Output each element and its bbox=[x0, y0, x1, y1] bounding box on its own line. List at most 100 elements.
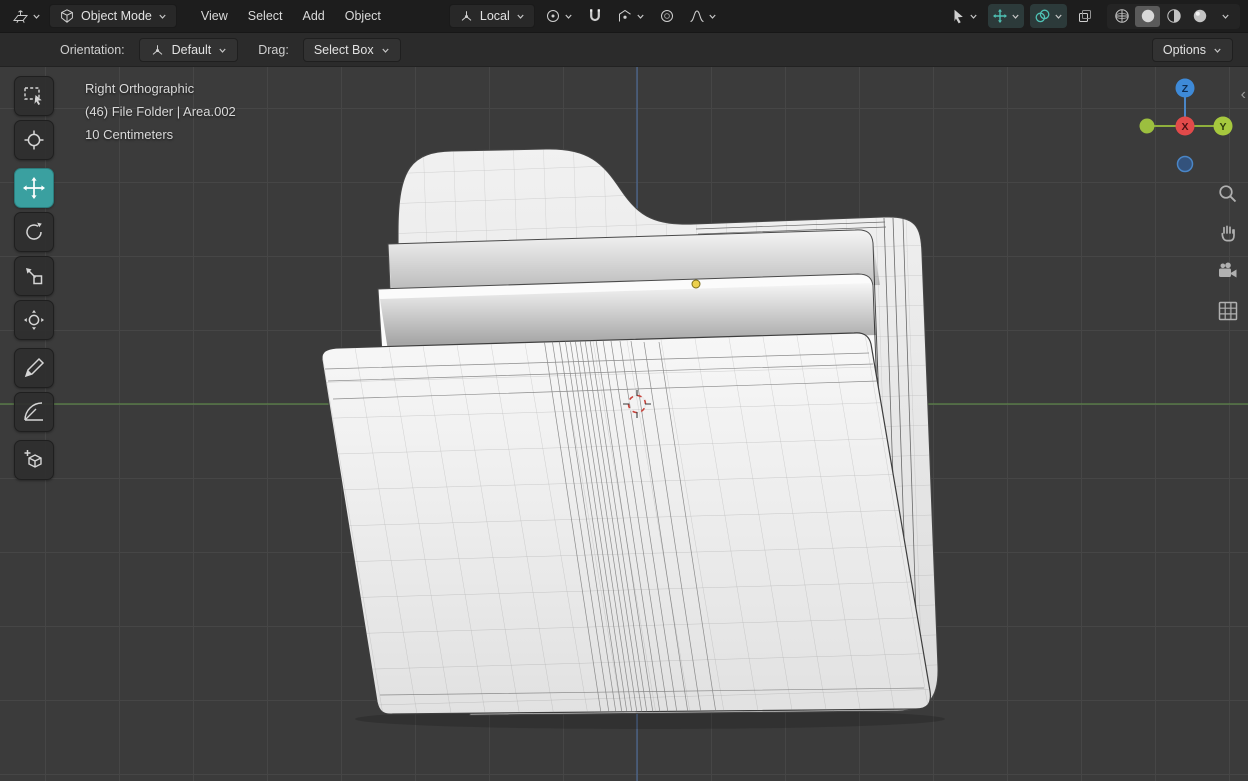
zoom-icon bbox=[1219, 185, 1237, 203]
menu-select[interactable]: Select bbox=[238, 5, 293, 27]
grid-view-icon bbox=[1218, 301, 1238, 321]
show-overlays-toggle[interactable] bbox=[1030, 4, 1067, 28]
viewport-info-overlay: Right Orthographic (46) File Folder | Ar… bbox=[85, 77, 236, 146]
object-origin-dot[interactable] bbox=[691, 279, 701, 289]
gizmo-axis-z[interactable]: Z bbox=[1175, 78, 1195, 98]
toolbar bbox=[14, 76, 54, 484]
drag-dropdown[interactable]: Select Box bbox=[302, 38, 401, 62]
xray-toggle[interactable] bbox=[1073, 4, 1097, 28]
orientation-dropdown-label: Local bbox=[479, 9, 510, 23]
shading-options-dropdown[interactable] bbox=[1213, 6, 1238, 27]
zoom-button[interactable] bbox=[1215, 181, 1241, 207]
folder-front-panel[interactable] bbox=[321, 332, 932, 715]
header-menubar: View Select Add Object bbox=[191, 5, 391, 27]
grid-scale-text: 10 Centimeters bbox=[85, 127, 174, 142]
3d-viewport[interactable]: Right Orthographic (46) File Folder | Ar… bbox=[0, 67, 1248, 781]
shading-solid-icon bbox=[1141, 9, 1154, 23]
editor-type-selector[interactable] bbox=[8, 4, 45, 28]
transform-tool-icon bbox=[24, 310, 44, 330]
cursor-tool-icon bbox=[24, 130, 44, 150]
viewport-header: Object Mode View Select Add Object Local bbox=[0, 0, 1248, 32]
box-select-tool-icon bbox=[24, 87, 42, 105]
rotate-tool[interactable] bbox=[14, 212, 54, 252]
pan-button[interactable] bbox=[1215, 220, 1241, 246]
pivot-point-dropdown[interactable] bbox=[541, 4, 577, 28]
mode-dropdown-label: Object Mode bbox=[81, 9, 152, 23]
proportional-editing-toggle[interactable] bbox=[655, 4, 679, 28]
orientation-dropdown[interactable]: Default bbox=[138, 38, 239, 62]
object-type-visibility-dropdown[interactable] bbox=[946, 4, 982, 28]
gizmo-axis-y[interactable]: Y bbox=[1213, 116, 1233, 136]
chevron-left-icon: ‹ bbox=[1240, 86, 1246, 103]
camera-view-button[interactable] bbox=[1215, 259, 1241, 285]
overlays-toggle-icon bbox=[1035, 9, 1050, 23]
object-mode-icon bbox=[61, 9, 73, 23]
snap-toggle[interactable] bbox=[583, 4, 607, 28]
chevron-down-icon bbox=[1214, 48, 1221, 53]
options-dropdown[interactable]: Options bbox=[1151, 38, 1233, 62]
header-right-group bbox=[946, 3, 1240, 29]
gizmo-toggle-icon bbox=[993, 9, 1007, 23]
proportional-falloff-dropdown[interactable] bbox=[685, 4, 721, 28]
shading-material-button[interactable] bbox=[1161, 6, 1186, 27]
viewport-nav-controls bbox=[1215, 181, 1241, 324]
tool-settings-bar: Orientation: Default Drag: Select Box Op… bbox=[0, 32, 1248, 67]
move-tool[interactable] bbox=[14, 168, 54, 208]
camera-view-icon bbox=[1219, 262, 1237, 278]
xray-toggle-icon bbox=[1079, 10, 1091, 22]
svg-text:Y: Y bbox=[1219, 121, 1226, 133]
transform-orientation-dropdown[interactable]: Local bbox=[448, 4, 535, 28]
orientation-label: Orientation: bbox=[60, 43, 125, 57]
sidebar-toggle[interactable]: ‹ bbox=[1239, 85, 1248, 105]
scale-tool-icon bbox=[26, 268, 43, 285]
transform-orientation-icon bbox=[461, 10, 472, 21]
navigation-gizmo[interactable]: Z Y X bbox=[1135, 76, 1235, 176]
add-cube-tool[interactable] bbox=[14, 440, 54, 480]
shading-material-icon bbox=[1166, 9, 1181, 23]
chevron-down-icon bbox=[1055, 14, 1062, 19]
gizmo-axis-z-negative[interactable] bbox=[1176, 155, 1194, 173]
snap-settings-dropdown[interactable] bbox=[613, 4, 649, 28]
chevron-down-icon bbox=[517, 14, 524, 19]
transform-tool[interactable] bbox=[14, 300, 54, 340]
toggle-ortho-button[interactable] bbox=[1215, 298, 1241, 324]
pivot-point-icon bbox=[546, 10, 559, 22]
chevron-down-icon bbox=[381, 48, 389, 53]
add-cube-tool-icon bbox=[24, 450, 42, 468]
gizmo-axis-x[interactable]: X bbox=[1175, 116, 1195, 136]
transform-orientation-icon bbox=[152, 44, 162, 55]
options-label: Options bbox=[1162, 43, 1206, 57]
snap-target-icon bbox=[618, 9, 631, 22]
active-object-text: (46) File Folder | Area.002 bbox=[85, 104, 236, 119]
cursor-tool[interactable] bbox=[14, 120, 54, 160]
shading-solid-button[interactable] bbox=[1135, 5, 1160, 27]
drag-value: Select Box bbox=[313, 43, 374, 57]
blender-window: Object Mode View Select Add Object Local bbox=[0, 0, 1248, 781]
editor-type-icon bbox=[12, 9, 29, 23]
measure-tool[interactable] bbox=[14, 392, 54, 432]
show-gizmo-toggle[interactable] bbox=[988, 4, 1024, 28]
gizmo-axis-y-negative[interactable] bbox=[1139, 118, 1155, 134]
shading-wireframe-button[interactable] bbox=[1109, 6, 1134, 27]
chevron-down-icon bbox=[1012, 14, 1019, 19]
rotate-tool-icon bbox=[26, 222, 42, 240]
move-tool-icon bbox=[23, 177, 45, 199]
proportional-editing-icon bbox=[660, 10, 673, 22]
orientation-value: Default bbox=[171, 43, 212, 57]
menu-add[interactable]: Add bbox=[293, 5, 335, 27]
drag-label: Drag: bbox=[258, 43, 289, 57]
shading-mode-group bbox=[1107, 3, 1240, 29]
annotate-tool[interactable] bbox=[14, 348, 54, 388]
object-select-cursor-icon bbox=[954, 9, 963, 24]
view-name-text: Right Orthographic bbox=[85, 81, 195, 96]
mode-dropdown[interactable]: Object Mode bbox=[49, 4, 177, 28]
scene-canvas bbox=[0, 67, 1248, 781]
svg-text:Z: Z bbox=[1182, 83, 1189, 95]
box-select-tool[interactable] bbox=[14, 76, 54, 116]
menu-object[interactable]: Object bbox=[335, 5, 391, 27]
shading-rendered-icon bbox=[1193, 9, 1206, 23]
chevron-down-icon bbox=[33, 14, 40, 19]
menu-view[interactable]: View bbox=[191, 5, 238, 27]
scale-tool[interactable] bbox=[14, 256, 54, 296]
shading-rendered-button[interactable] bbox=[1187, 6, 1212, 27]
